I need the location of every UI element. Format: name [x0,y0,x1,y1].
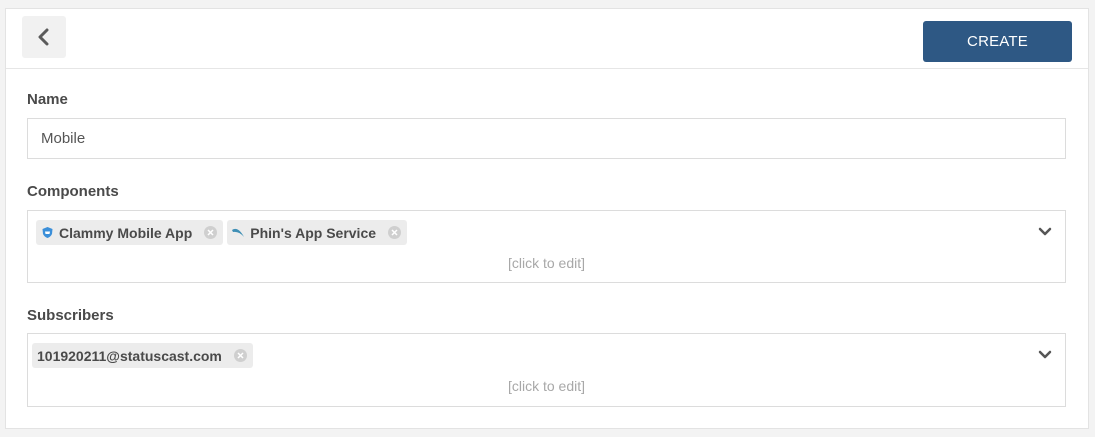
create-button[interactable]: CREATE [923,21,1072,62]
components-click-to-edit[interactable]: [click to edit] [28,255,1065,271]
subscribers-tag-list: 101920211@statuscast.com [32,343,253,368]
remove-tag-icon[interactable] [204,226,218,239]
shield-logo-icon [40,226,54,240]
subscribers-click-to-edit[interactable]: [click to edit] [28,378,1065,394]
back-button[interactable] [22,16,66,58]
subscriber-tag-label: 101920211@statuscast.com [37,347,222,364]
component-tag-label: Clammy Mobile App [59,224,193,241]
remove-tag-icon[interactable] [388,226,402,239]
subscribers-select[interactable]: 101920211@statuscast.com [click to edit] [27,333,1066,407]
chevron-left-icon [38,28,49,46]
remove-tag-icon[interactable] [233,349,247,362]
name-label: Name [27,91,68,108]
name-input[interactable] [27,118,1066,159]
chevron-down-icon[interactable] [1037,348,1053,362]
component-tag-label: Phin's App Service [250,224,377,241]
component-tag: Phin's App Service [227,220,408,245]
subscribers-label: Subscribers [27,307,114,324]
chevron-down-icon[interactable] [1037,225,1053,239]
components-label: Components [27,183,119,200]
subscriber-tag: 101920211@statuscast.com [32,343,253,368]
fin-logo-icon [231,226,245,240]
components-select[interactable]: Clammy Mobile App Phin's App Service [cl… [27,210,1066,283]
components-tag-list: Clammy Mobile App Phin's App Service [36,220,408,245]
top-toolbar: CREATE [6,9,1088,69]
component-tag: Clammy Mobile App [36,220,224,245]
create-group-panel: CREATE Name Components Clammy Mobile App [5,8,1089,429]
